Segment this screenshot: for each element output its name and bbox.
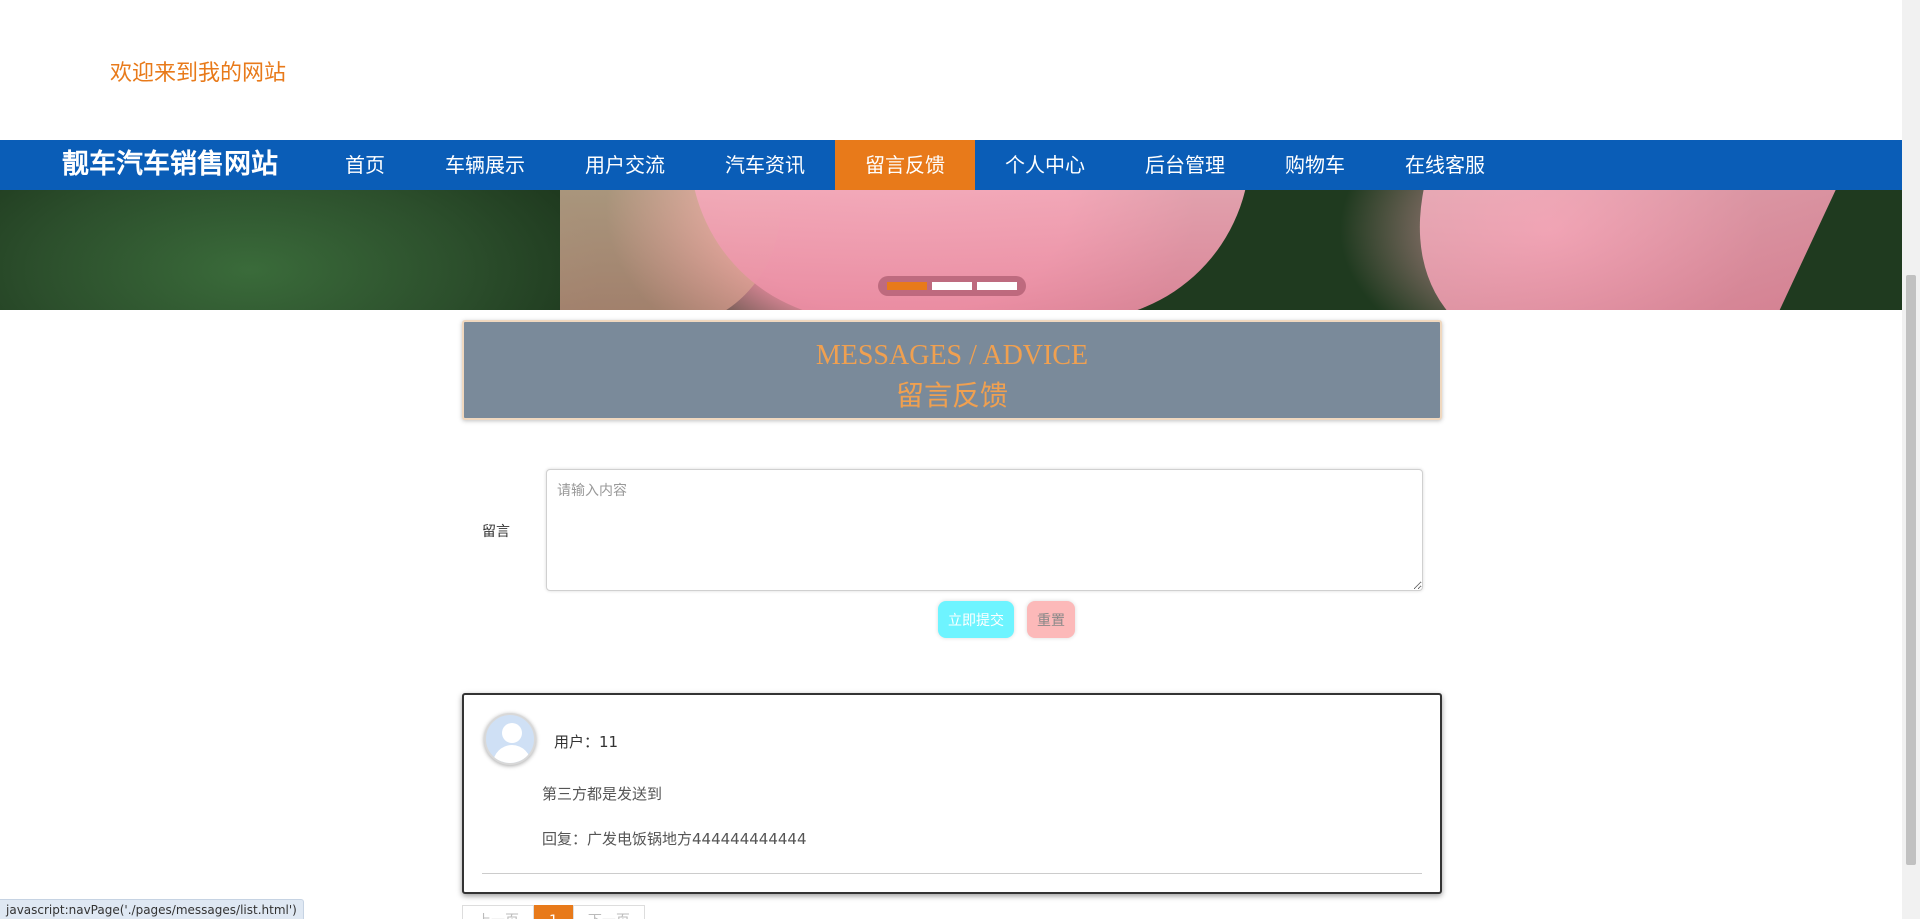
page-number-current[interactable]: 1	[534, 905, 573, 919]
nav-item-support[interactable]: 在线客服	[1375, 140, 1515, 190]
banner-petal	[1336, 190, 1864, 310]
carousel-dot-1[interactable]	[887, 282, 927, 290]
nav-item-feedback[interactable]: 留言反馈	[835, 140, 975, 190]
top-header: 欢迎来到我的网站	[0, 0, 1902, 140]
prev-page-button[interactable]: 上一页	[462, 905, 534, 919]
section-title-cn: 留言反馈	[895, 381, 1008, 412]
banner-carousel	[0, 190, 1902, 310]
nav-item-forum[interactable]: 用户交流	[555, 140, 695, 190]
nav-item-admin[interactable]: 后台管理	[1115, 140, 1255, 190]
section-title-en: MESSAGES / ADVICE	[815, 340, 1089, 371]
nav-item-vehicles[interactable]: 车辆展示	[415, 140, 555, 190]
message-content: 第三方都是发送到	[542, 785, 663, 803]
browser-status-bar: javascript:navPage('./pages/messages/lis…	[0, 899, 304, 919]
nav-item-profile[interactable]: 个人中心	[975, 140, 1115, 190]
message-input[interactable]	[546, 469, 1423, 591]
message-reply: 回复：广发电饭锅地方444444444444	[542, 830, 807, 848]
nav-menu: 首页 车辆展示 用户交流 汽车资讯 留言反馈 个人中心 后台管理 购物车 在线客…	[315, 140, 1515, 190]
submit-button[interactable]: 立即提交	[938, 601, 1014, 638]
scrollbar-thumb[interactable]	[1906, 275, 1916, 865]
vertical-scrollbar[interactable]	[1902, 0, 1920, 919]
message-user: 用户：11	[554, 733, 619, 751]
nav-item-cart[interactable]: 购物车	[1255, 140, 1375, 190]
avatar	[484, 713, 536, 765]
pagination: 上一页 1 下一页	[462, 905, 645, 919]
message-label: 留言	[482, 524, 510, 540]
reset-button[interactable]: 重置	[1027, 601, 1075, 638]
section-header: MESSAGES / ADVICE 留言反馈	[462, 320, 1442, 420]
nav-item-home[interactable]: 首页	[315, 140, 415, 190]
user-avatar-icon	[502, 723, 522, 743]
site-brand[interactable]: 靓车汽车销售网站	[62, 140, 278, 190]
message-card: 用户：11 第三方都是发送到 回复：广发电饭锅地方444444444444	[462, 693, 1442, 894]
carousel-dot-3[interactable]	[977, 282, 1017, 290]
avatar-body	[493, 745, 531, 763]
carousel-dot-2[interactable]	[932, 282, 972, 290]
carousel-indicators	[878, 276, 1026, 296]
welcome-text: 欢迎来到我的网站	[110, 61, 287, 86]
next-page-button[interactable]: 下一页	[572, 905, 645, 919]
page: 欢迎来到我的网站 靓车汽车销售网站 首页 车辆展示 用户交流 汽车资讯 留言反馈…	[0, 0, 1920, 919]
nav-item-news[interactable]: 汽车资讯	[695, 140, 835, 190]
divider	[482, 873, 1422, 874]
main-nav: 靓车汽车销售网站 首页 车辆展示 用户交流 汽车资讯 留言反馈 个人中心 后台管…	[0, 140, 1902, 190]
